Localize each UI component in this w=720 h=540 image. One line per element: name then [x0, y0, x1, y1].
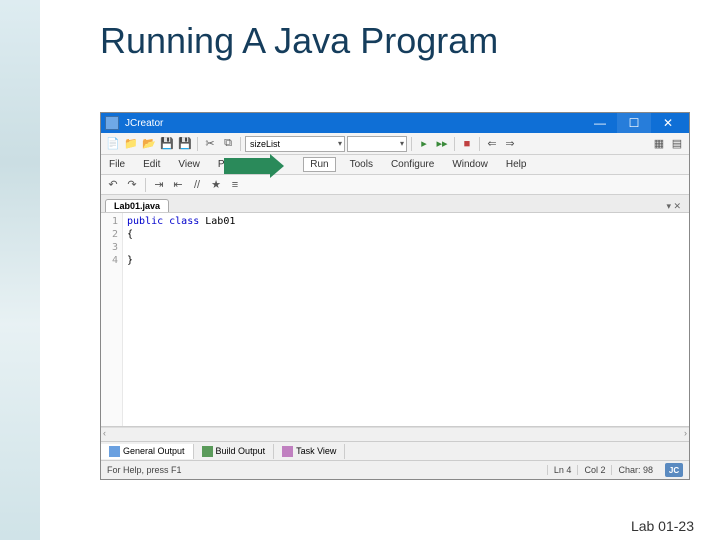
jcreator-window: JCreator ― ☐ ✕ 📄 📁 📂 💾 💾 ✂ ⧉ sizeList ▸ … [100, 112, 690, 480]
separator [479, 137, 480, 151]
close-button[interactable]: ✕ [651, 113, 685, 133]
line-number: 2 [101, 228, 118, 241]
save-icon[interactable]: 💾 [159, 136, 175, 152]
output-panel-tabs: General Output Build Output Task View [101, 441, 689, 461]
copy-icon[interactable]: ⧉ [220, 136, 236, 152]
code-area[interactable]: public class Lab01 { } [123, 213, 689, 426]
separator [240, 137, 241, 151]
comment-icon[interactable]: // [189, 177, 205, 193]
toolbar-secondary: ↶ ↷ ⇥ ⇤ // ★ ≡ [101, 175, 689, 195]
panel-icon[interactable]: ▦ [651, 136, 667, 152]
separator [411, 137, 412, 151]
toolbar-primary: 📄 📁 📂 💾 💾 ✂ ⧉ sizeList ▸ ▸▸ ■ ⇐ ⇒ ▦ ▤ [101, 133, 689, 155]
app-icon [105, 116, 119, 130]
code-editor[interactable]: 1 2 3 4 public class Lab01 { } [101, 213, 689, 427]
new-project-icon[interactable]: 📁 [123, 136, 139, 152]
minimize-button[interactable]: ― [583, 113, 617, 133]
tab-controls[interactable]: ▾ ✕ [662, 201, 685, 212]
back-icon[interactable]: ⇐ [484, 136, 500, 152]
window-title: JCreator [125, 118, 583, 129]
stop-icon[interactable]: ■ [459, 136, 475, 152]
separator [145, 178, 146, 192]
status-char: Char: 98 [611, 465, 659, 475]
tab-label: Build Output [216, 446, 266, 456]
save-all-icon[interactable]: 💾 [177, 136, 193, 152]
class-dropdown[interactable]: sizeList [245, 136, 345, 152]
menu-tools[interactable]: Tools [346, 157, 377, 172]
tab-label: General Output [123, 446, 185, 456]
format-icon[interactable]: ≡ [227, 177, 243, 193]
maximize-button[interactable]: ☐ [617, 113, 651, 133]
line-number: 1 [101, 215, 118, 228]
menu-help[interactable]: Help [502, 157, 531, 172]
tab-task-view[interactable]: Task View [274, 444, 345, 459]
slide: Running A Java Program JCreator ― ☐ ✕ 📄 … [0, 0, 720, 540]
open-icon[interactable]: 📂 [141, 136, 157, 152]
redo-icon[interactable]: ↷ [124, 177, 140, 193]
panel2-icon[interactable]: ▤ [669, 136, 685, 152]
build-icon [202, 446, 213, 457]
menu-run[interactable]: Run [303, 157, 335, 172]
new-file-icon[interactable]: 📄 [105, 136, 121, 152]
slide-title: Running A Java Program [100, 20, 720, 62]
horizontal-scrollbar[interactable] [101, 427, 689, 441]
tab-general-output[interactable]: General Output [101, 444, 194, 459]
indent-icon[interactable]: ⇥ [151, 177, 167, 193]
menu-view[interactable]: View [174, 157, 204, 172]
file-tab-active[interactable]: Lab01.java [105, 199, 169, 212]
menu-configure[interactable]: Configure [387, 157, 438, 172]
status-help: For Help, press F1 [107, 465, 182, 475]
callout-arrow [224, 158, 272, 174]
jc-badge: JC [665, 463, 683, 477]
compile-icon[interactable]: ▸ [416, 136, 432, 152]
undo-icon[interactable]: ↶ [105, 177, 121, 193]
forward-icon[interactable]: ⇒ [502, 136, 518, 152]
menu-file[interactable]: File [105, 157, 129, 172]
menu-edit[interactable]: Edit [139, 157, 164, 172]
tab-label: Task View [296, 446, 336, 456]
line-gutter: 1 2 3 4 [101, 213, 123, 426]
status-line: Ln 4 [547, 465, 578, 475]
menubar: File Edit View Project Build Run Tools C… [101, 155, 689, 175]
tab-build-output[interactable]: Build Output [194, 444, 275, 459]
run-icon[interactable]: ▸▸ [434, 136, 450, 152]
window-titlebar: JCreator ― ☐ ✕ [101, 113, 689, 133]
outdent-icon[interactable]: ⇤ [170, 177, 186, 193]
method-dropdown[interactable] [347, 136, 407, 152]
separator [454, 137, 455, 151]
bookmark-icon[interactable]: ★ [208, 177, 224, 193]
output-icon [109, 446, 120, 457]
line-number: 3 [101, 241, 118, 254]
cut-icon[interactable]: ✂ [202, 136, 218, 152]
dropdown-value: sizeList [250, 139, 280, 149]
editor-tab-row: Lab01.java ▾ ✕ [101, 195, 689, 213]
task-icon [282, 446, 293, 457]
statusbar: For Help, press F1 Ln 4 Col 2 Char: 98 J… [101, 461, 689, 479]
menu-window[interactable]: Window [448, 157, 492, 172]
line-number: 4 [101, 254, 118, 267]
separator [197, 137, 198, 151]
slide-footer: Lab 01-23 [631, 518, 694, 534]
status-col: Col 2 [577, 465, 611, 475]
